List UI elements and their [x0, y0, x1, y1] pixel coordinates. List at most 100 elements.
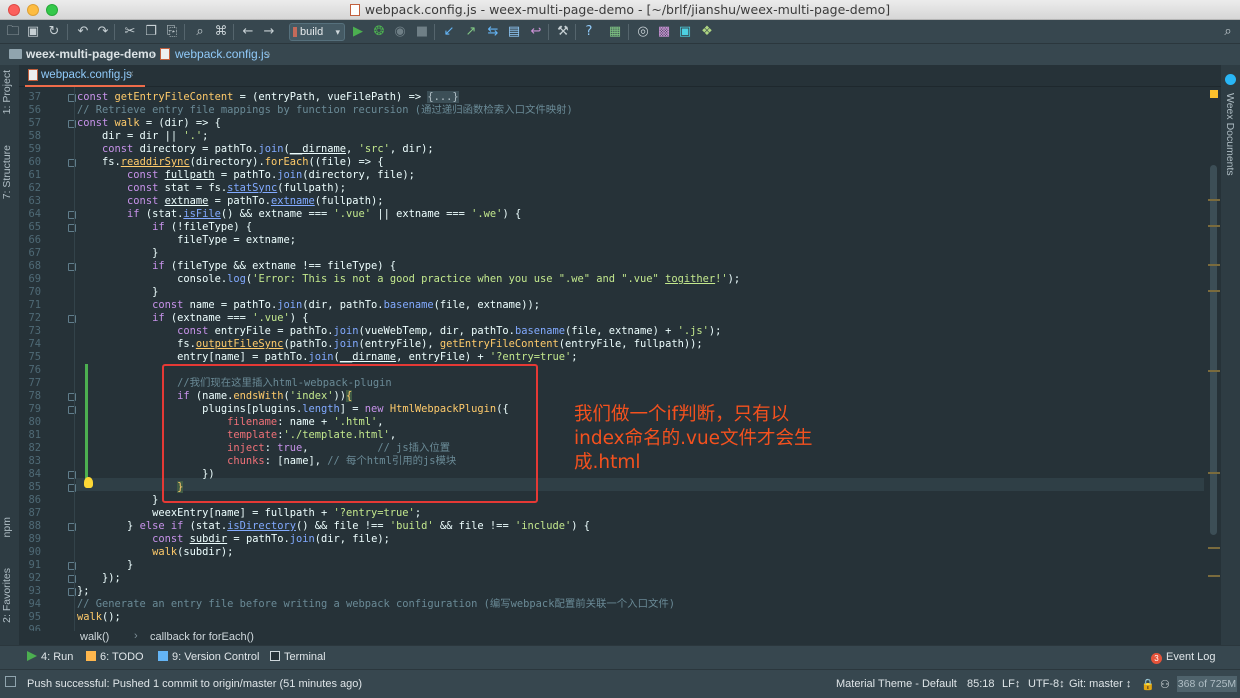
code-editor[interactable]: const getEntryFileContent = (entryPath, … [76, 87, 1204, 631]
code-line[interactable]: if (extname === '.vue') { [77, 312, 308, 325]
vcs-revert-icon[interactable]: ↩ [527, 23, 545, 41]
close-window-button[interactable] [8, 4, 20, 16]
theme-indicator[interactable]: Material Theme - Default [836, 678, 957, 690]
scroll-marker[interactable] [1208, 547, 1220, 549]
warning-indicator-icon[interactable] [1210, 90, 1218, 98]
run-configuration-select[interactable]: build ▾ [289, 23, 345, 41]
minimize-window-button[interactable] [27, 4, 39, 16]
npm-tool-tab[interactable]: npm [1, 517, 13, 537]
scroll-marker[interactable] [1208, 264, 1220, 266]
scroll-marker[interactable] [1208, 290, 1220, 292]
todo-tool-button[interactable]: 6: TODO [86, 651, 144, 663]
puzzle-icon[interactable]: ❖ [698, 23, 716, 41]
structure-tool-tab[interactable]: 7: Structure [1, 145, 13, 199]
scroll-marker[interactable] [1208, 472, 1220, 474]
lock-icon[interactable]: 🔒 [1141, 678, 1155, 691]
close-tab-icon[interactable]: × [128, 69, 134, 80]
code-line[interactable]: entry[name] = pathTo.join(__dirname, ent… [77, 351, 577, 364]
caret-position[interactable]: 85:18 [967, 678, 995, 690]
code-line[interactable]: if (fileType && extname !== fileType) { [77, 260, 396, 273]
copy-icon[interactable]: ❐ [142, 23, 160, 41]
vcs-update-icon[interactable]: ↙ [440, 23, 458, 41]
code-line[interactable]: const entryFile = pathTo.join(vueWebTemp… [77, 325, 721, 338]
code-line[interactable]: // Generate an entry file before writing… [77, 598, 675, 611]
vcs-commit-icon[interactable]: ↗ [462, 23, 480, 41]
memory-indicator[interactable]: 368 of 725M [1177, 676, 1237, 692]
debug-icon[interactable]: ❂ [370, 23, 388, 41]
project-structure-icon[interactable]: ▦ [606, 23, 624, 41]
plugin-icon[interactable]: ▩ [655, 23, 673, 41]
search-icon[interactable]: ⌕ [1219, 23, 1237, 41]
terminal-tool-button[interactable]: Terminal [270, 651, 326, 663]
code-line[interactable]: walk(); [77, 611, 121, 624]
code-line[interactable]: if (!fileType) { [77, 221, 252, 234]
find-icon[interactable]: ⌕ [191, 23, 209, 41]
status-message[interactable]: Push successful: Pushed 1 commit to orig… [27, 678, 362, 690]
vcs-history-icon[interactable]: ▤ [505, 23, 523, 41]
git-branch[interactable]: Git: master ↕ [1069, 678, 1131, 690]
record-icon[interactable]: ◎ [634, 23, 652, 41]
crumb-callback[interactable]: callback for forEach() [150, 631, 254, 643]
event-log-button[interactable]: 3 Event Log [1151, 651, 1216, 664]
favorites-tool-tab[interactable]: 2: Favorites [1, 568, 13, 623]
code-line[interactable]: const stat = fs.statSync(fullpath); [77, 182, 346, 195]
open-folder-icon[interactable]: 🗀 [4, 23, 22, 41]
project-tool-tab[interactable]: 1: Project [1, 70, 13, 114]
code-line[interactable]: const walk = (dir) => { [77, 117, 221, 130]
code-line[interactable]: }); [77, 572, 121, 585]
code-line[interactable]: }; [77, 585, 90, 598]
undo-icon[interactable]: ↶ [74, 23, 92, 41]
code-line[interactable]: walk(subdir); [77, 546, 233, 559]
file-encoding[interactable]: UTF-8↕ [1028, 678, 1065, 690]
redo-icon[interactable]: ↷ [94, 23, 112, 41]
help-icon[interactable]: ? [580, 23, 598, 41]
back-icon[interactable]: ← [239, 23, 257, 41]
code-line[interactable]: fs.readdirSync(directory).forEach((file)… [77, 156, 384, 169]
save-icon[interactable]: ▣ [24, 23, 42, 41]
status-toggle-icon[interactable] [5, 676, 16, 687]
code-line[interactable]: } [77, 559, 133, 572]
code-line[interactable]: // Retrieve entry file mappings by funct… [77, 104, 573, 117]
paste-icon[interactable]: ⎘ [163, 23, 181, 41]
scroll-marker[interactable] [1208, 370, 1220, 372]
code-line[interactable]: fileType = extname; [77, 234, 296, 247]
breadcrumb-project[interactable]: weex-multi-page-demo [26, 47, 156, 61]
code-line[interactable]: } [77, 494, 158, 507]
scroll-marker[interactable] [1208, 225, 1220, 227]
code-line[interactable]: if (stat.isFile() && extname === '.vue' … [77, 208, 521, 221]
settings-icon[interactable]: ⚒ [554, 23, 572, 41]
code-line[interactable]: const getEntryFileContent = (entryPath, … [77, 91, 459, 104]
cut-icon[interactable]: ✂ [121, 23, 139, 41]
code-line[interactable]: console.log('Error: This is not a good p… [77, 273, 740, 286]
tab-webpack-config[interactable]: webpack.config.js × [25, 65, 145, 87]
maximize-window-button[interactable] [46, 4, 58, 16]
crumb-walk[interactable]: walk() [80, 631, 109, 643]
replace-icon[interactable]: ⌘ [212, 23, 230, 41]
coverage-icon[interactable]: ◉ [391, 23, 409, 41]
vcs-tool-button[interactable]: 9: Version Control [158, 651, 259, 663]
weex-documents-tab[interactable]: Weex Documents [1224, 93, 1236, 176]
inspector-icon[interactable]: ⚇ [1160, 678, 1170, 691]
line-separator[interactable]: LF↕ [1002, 678, 1020, 690]
code-line[interactable]: const extname = pathTo.extname(fullpath)… [77, 195, 384, 208]
code-line[interactable]: dir = dir || '.'; [77, 130, 208, 143]
vcs-compare-icon[interactable]: ⇆ [484, 23, 502, 41]
code-line[interactable]: } [77, 247, 158, 260]
scroll-marker[interactable] [1208, 199, 1220, 201]
code-line[interactable]: } else if (stat.isDirectory() && file !=… [77, 520, 590, 533]
editor-scrollbar-thumb[interactable] [1210, 165, 1217, 535]
lightbulb-icon[interactable] [84, 477, 93, 488]
code-line[interactable]: const directory = pathTo.join(__dirname,… [77, 143, 434, 156]
code-line[interactable]: fs.outputFileSync(pathTo.join(entryFile)… [77, 338, 703, 351]
code-line[interactable]: const name = pathTo.join(dir, pathTo.bas… [77, 299, 540, 312]
run-icon[interactable]: ▶ [349, 23, 367, 41]
run-tool-button[interactable]: 4: Run [27, 651, 73, 663]
forward-icon[interactable]: → [260, 23, 278, 41]
code-line[interactable]: const fullpath = pathTo.join(directory, … [77, 169, 415, 182]
sync-icon[interactable]: ↻ [45, 23, 63, 41]
terminal-icon[interactable]: ▣ [676, 23, 694, 41]
code-line[interactable]: weexEntry[name] = fullpath + '?entry=tru… [77, 507, 421, 520]
stop-icon[interactable]: ■ [413, 23, 431, 41]
scroll-marker[interactable] [1208, 575, 1220, 577]
code-line[interactable]: const subdir = pathTo.join(dir, file); [77, 533, 390, 546]
